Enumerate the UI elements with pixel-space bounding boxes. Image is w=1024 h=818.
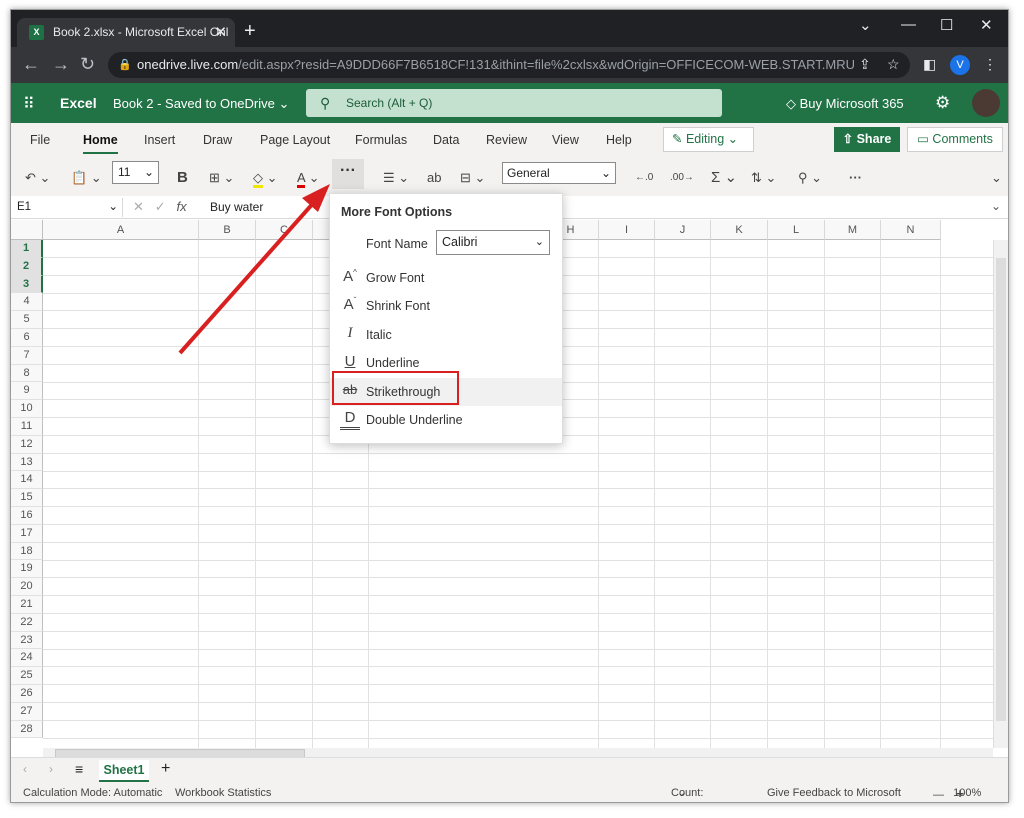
- annotation-arrow-line: [178, 198, 318, 355]
- annotation-arrow-layer: [178, 184, 330, 355]
- annotation-arrow-head: [302, 184, 330, 212]
